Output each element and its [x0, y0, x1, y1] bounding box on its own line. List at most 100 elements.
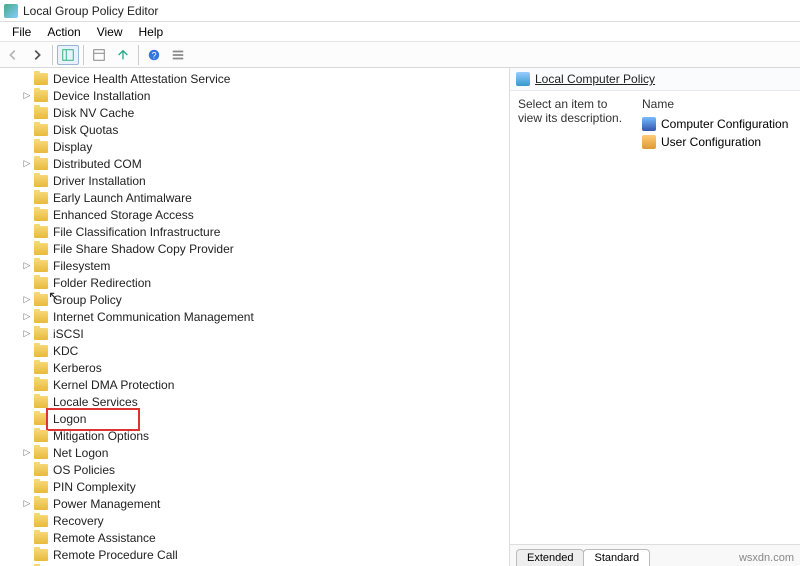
tab-extended[interactable]: Extended	[516, 549, 584, 566]
title-bar: Local Group Policy Editor	[0, 0, 800, 22]
tree-item-label: Kerberos	[53, 361, 102, 375]
options-button[interactable]	[167, 45, 189, 65]
menu-view[interactable]: View	[89, 23, 131, 41]
tree-item[interactable]: Early Launch Antimalware	[0, 189, 509, 206]
tree-item[interactable]: PIN Complexity	[0, 478, 509, 495]
folder-icon	[34, 90, 48, 102]
tree-item[interactable]: Enhanced Storage Access	[0, 206, 509, 223]
folder-icon	[34, 362, 48, 374]
details-title: Local Computer Policy	[535, 72, 655, 86]
tree-item[interactable]: ▷ Power Management	[0, 495, 509, 512]
details-body: Select an item to view its description. …	[510, 91, 800, 544]
folder-icon	[34, 328, 48, 340]
forward-button[interactable]	[26, 45, 48, 65]
expander-icon[interactable]: ▷	[20, 498, 34, 509]
tree-item[interactable]: ▷Distributed COM	[0, 155, 509, 172]
tree-item[interactable]: Disk Quotas	[0, 121, 509, 138]
tree-item[interactable]: Remote Procedure Call	[0, 546, 509, 563]
back-button[interactable]	[2, 45, 24, 65]
separator	[83, 45, 84, 65]
help-button[interactable]: ?	[143, 45, 165, 65]
tree-item[interactable]: Mitigation Options	[0, 427, 509, 444]
properties-button[interactable]	[88, 45, 110, 65]
details-tabs: Extended Standard	[510, 544, 800, 566]
show-hide-tree-button[interactable]	[57, 45, 79, 65]
user-config-icon	[642, 135, 656, 149]
tree-item-label: Device Installation	[53, 89, 150, 103]
item-label: User Configuration	[661, 135, 761, 149]
expander-icon[interactable]: ▷	[20, 158, 34, 169]
tree-item[interactable]: OS Policies	[0, 461, 509, 478]
item-user-configuration[interactable]: User Configuration	[642, 133, 792, 151]
name-column: Name Computer Configuration User Configu…	[642, 97, 792, 538]
tree-pane[interactable]: Device Health Attestation Service ▷ Device…	[0, 68, 510, 566]
expander-icon[interactable]: ▷	[20, 447, 34, 458]
folder-icon	[34, 464, 48, 476]
tree-item-label: KDC	[53, 344, 78, 358]
menu-help[interactable]: Help	[131, 23, 172, 41]
tree-item[interactable]: ▷ iSCSI	[0, 325, 509, 342]
item-computer-configuration[interactable]: Computer Configuration	[642, 115, 792, 133]
toolbar: ?	[0, 42, 800, 68]
expander-icon[interactable]: ▷	[20, 328, 34, 339]
separator	[138, 45, 139, 65]
folder-icon	[34, 345, 48, 357]
help-icon: ?	[147, 48, 161, 62]
tree-item[interactable]: Recovery	[0, 512, 509, 529]
tree-item-label: File Share Shadow Copy Provider	[53, 242, 234, 256]
folder-icon	[34, 243, 48, 255]
tree-item-label: Early Launch Antimalware	[53, 191, 192, 205]
arrow-right-icon	[30, 48, 44, 62]
tree-item[interactable]: Kernel DMA Protection	[0, 376, 509, 393]
tree-item-label: File Classification Infrastructure	[53, 225, 220, 239]
menu-bar: File Action View Help	[0, 22, 800, 42]
tree-item[interactable]: ▷Internet Communication Management	[0, 308, 509, 325]
window-title: Local Group Policy Editor	[23, 4, 158, 18]
tree-item[interactable]: Remote Assistance	[0, 529, 509, 546]
tab-standard[interactable]: Standard	[583, 549, 650, 566]
expander-icon[interactable]: ▷	[20, 294, 34, 305]
app-icon	[4, 4, 18, 18]
expander-icon[interactable]: ▷	[20, 311, 34, 322]
tree-item-label: Folder Redirection	[53, 276, 151, 290]
folder-icon	[34, 549, 48, 561]
menu-file[interactable]: File	[4, 23, 39, 41]
description-text: Select an item to view its description.	[518, 97, 630, 538]
tree-item-label: iSCSI	[53, 327, 84, 341]
name-column-header[interactable]: Name	[642, 97, 792, 111]
tree-item[interactable]: Locale Services	[0, 393, 509, 410]
folder-tree: Device Health Attestation Service ▷ Device…	[0, 68, 509, 566]
tree-item[interactable]: Driver Installation	[0, 172, 509, 189]
tree-item-label: Power Management	[53, 497, 160, 511]
tree-item[interactable]: Disk NV Cache	[0, 104, 509, 121]
export-button[interactable]	[112, 45, 134, 65]
tree-item[interactable]: File Share Shadow Copy Provider	[0, 240, 509, 257]
tree-item[interactable]: KDC	[0, 342, 509, 359]
tree-item-label: Remote Assistance	[53, 531, 156, 545]
tree-item-label: Remote Procedure Call	[53, 548, 178, 562]
folder-icon	[34, 107, 48, 119]
tree-item[interactable]: ▷Net Logon	[0, 444, 509, 461]
tree-item[interactable]: ▷Group Policy	[0, 291, 509, 308]
tree-item-label: OS Policies	[53, 463, 115, 477]
menu-action[interactable]: Action	[39, 23, 88, 41]
tree-item[interactable]: Display	[0, 138, 509, 155]
tree-item-label: Enhanced Storage Access	[53, 208, 194, 222]
item-label: Computer Configuration	[661, 117, 788, 131]
folder-icon	[34, 515, 48, 527]
tree-item[interactable]: ▷ Device Installation	[0, 87, 509, 104]
export-icon	[116, 48, 130, 62]
tree-item[interactable]: Device Health Attestation Service	[0, 70, 509, 87]
tree-item[interactable]: Kerberos	[0, 359, 509, 376]
properties-icon	[92, 48, 106, 62]
folder-icon	[34, 141, 48, 153]
tree-item[interactable]: ▷Filesystem	[0, 257, 509, 274]
separator	[52, 45, 53, 65]
tree-item[interactable]: Folder Redirection	[0, 274, 509, 291]
expander-icon[interactable]: ▷	[20, 90, 34, 101]
tree-item[interactable]: Logon	[0, 410, 509, 427]
tree-item-label: PIN Complexity	[53, 480, 136, 494]
tree-item[interactable]: File Classification Infrastructure	[0, 223, 509, 240]
folder-icon	[34, 498, 48, 510]
expander-icon[interactable]: ▷	[20, 260, 34, 271]
